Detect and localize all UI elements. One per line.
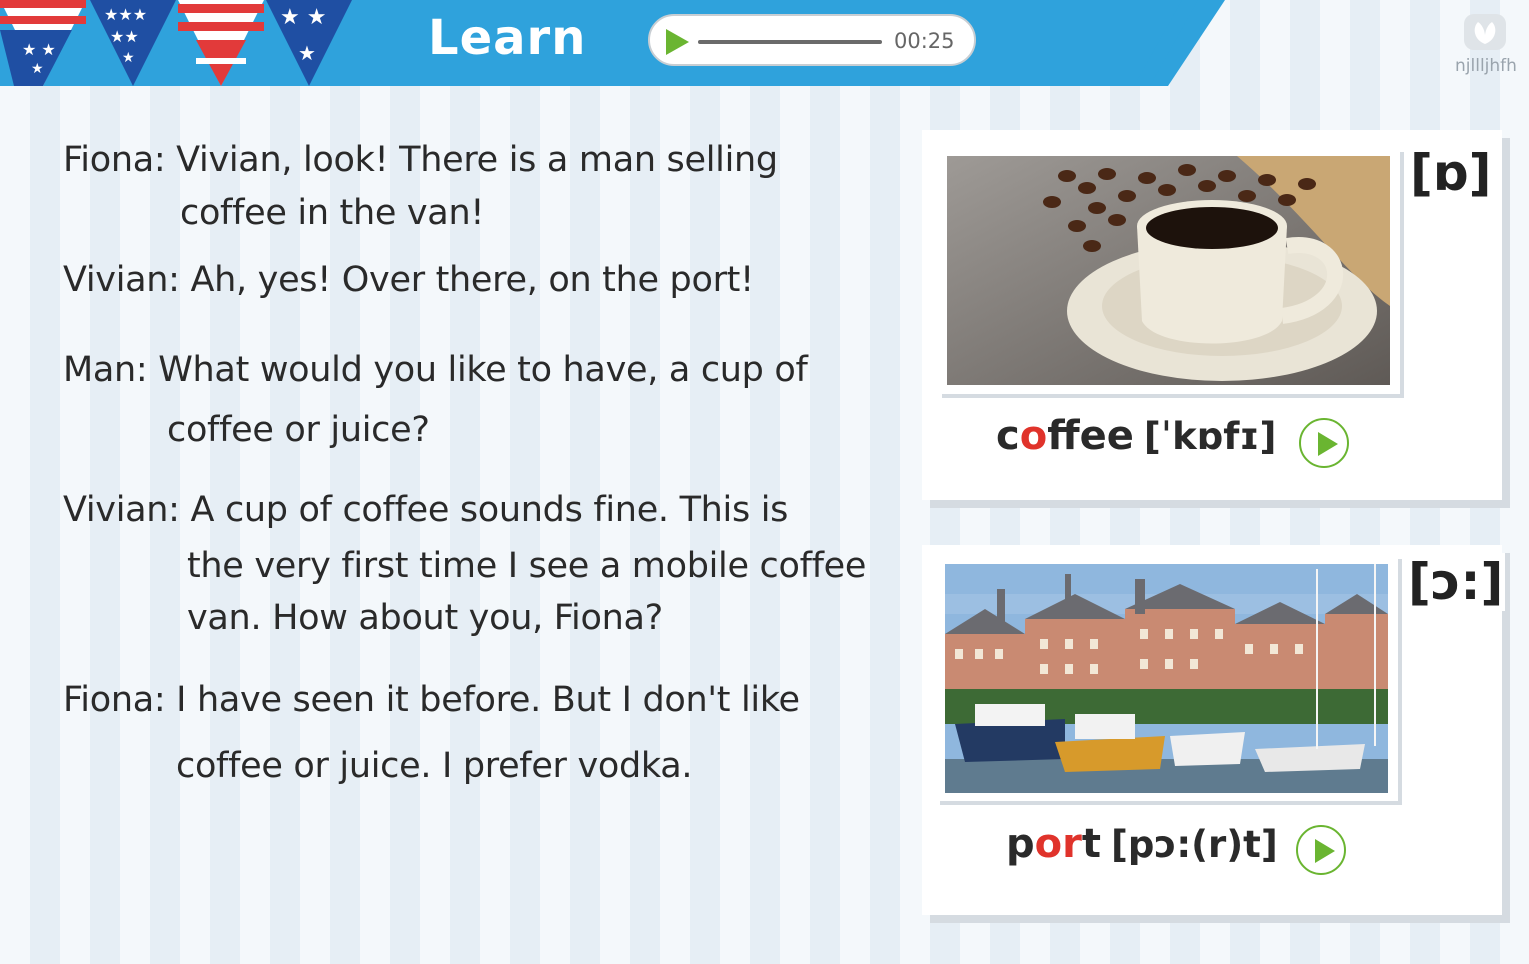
header-bar: ★ ★ ★ ★★★ ★★ ★ ★ ★ ★ Learn 00:25 njllljh… [0,0,1529,86]
play-icon [1315,839,1335,863]
dialogue-line: coffee in the van! [180,193,485,233]
phonetic-transcription: [pɔ:(r)t] [1110,823,1278,866]
dialogue-line: Fiona: I have seen it before. But I don'… [63,680,800,720]
svg-text:★★★: ★★★ [104,5,147,24]
svg-text:★: ★ [31,61,44,77]
ipa-sound-tag: [ɒ] [1408,144,1494,202]
coffee-cup-photo [947,156,1390,385]
highlighted-letters: or [1034,821,1082,867]
flag-bunting: ★ ★ ★ ★★★ ★★ ★ ★ ★ ★ [0,0,352,86]
play-word-button[interactable] [1299,418,1349,468]
audio-progress-track[interactable] [698,40,882,44]
dialogue-line: coffee or juice. I prefer vodka. [176,746,693,786]
play-icon [1318,432,1338,456]
logo-text: njllljhfh [1455,56,1517,76]
vocab-word-row: port [pɔ:(r)t] [1006,821,1278,867]
dialogue-line: Vivian: Ah, yes! Over there, on the port… [63,260,754,300]
vocab-card-coffee: [ɒ] coffee [ˈkɒfɪ] [922,130,1502,500]
dialogue-line: Man: What would you like to have, a cup … [63,350,808,390]
svg-text:★★: ★★ [110,27,139,46]
harbor-photo [945,564,1388,793]
ipa-sound-tag: [ɔ:] [1406,553,1506,611]
dialogue-line: the very first time I see a mobile coffe… [187,546,867,586]
play-word-button[interactable] [1296,825,1346,875]
dialogue-line: Vivian: A cup of coffee sounds fine. Thi… [63,490,789,530]
audio-time: 00:25 [894,29,955,53]
leaf-logo-icon [1464,14,1506,50]
svg-text:★ ★: ★ ★ [22,40,56,59]
page-title: Learn [428,10,587,66]
vocab-word-row: coffee [ˈkɒfɪ] [996,413,1276,459]
audio-player[interactable]: 00:25 [648,14,976,66]
highlighted-letters: o [1019,413,1048,459]
svg-text:★: ★ [122,50,135,66]
phonetic-transcription: [ˈkɒfɪ] [1143,415,1277,458]
svg-text:★: ★ [298,41,316,65]
dialogue-line: coffee or juice? [167,410,430,450]
play-icon[interactable] [664,28,690,56]
vocab-word: port [1006,821,1101,867]
vocab-card-port: [ɔ:] port [pɔ:(r)t] [922,545,1506,915]
vocab-word: coffee [996,413,1134,459]
dialogue-line: van. How about you, Fiona? [187,598,663,638]
dialogue-line: Fiona: Vivian, look! There is a man sell… [63,140,778,180]
svg-text:★ ★: ★ ★ [280,5,326,30]
